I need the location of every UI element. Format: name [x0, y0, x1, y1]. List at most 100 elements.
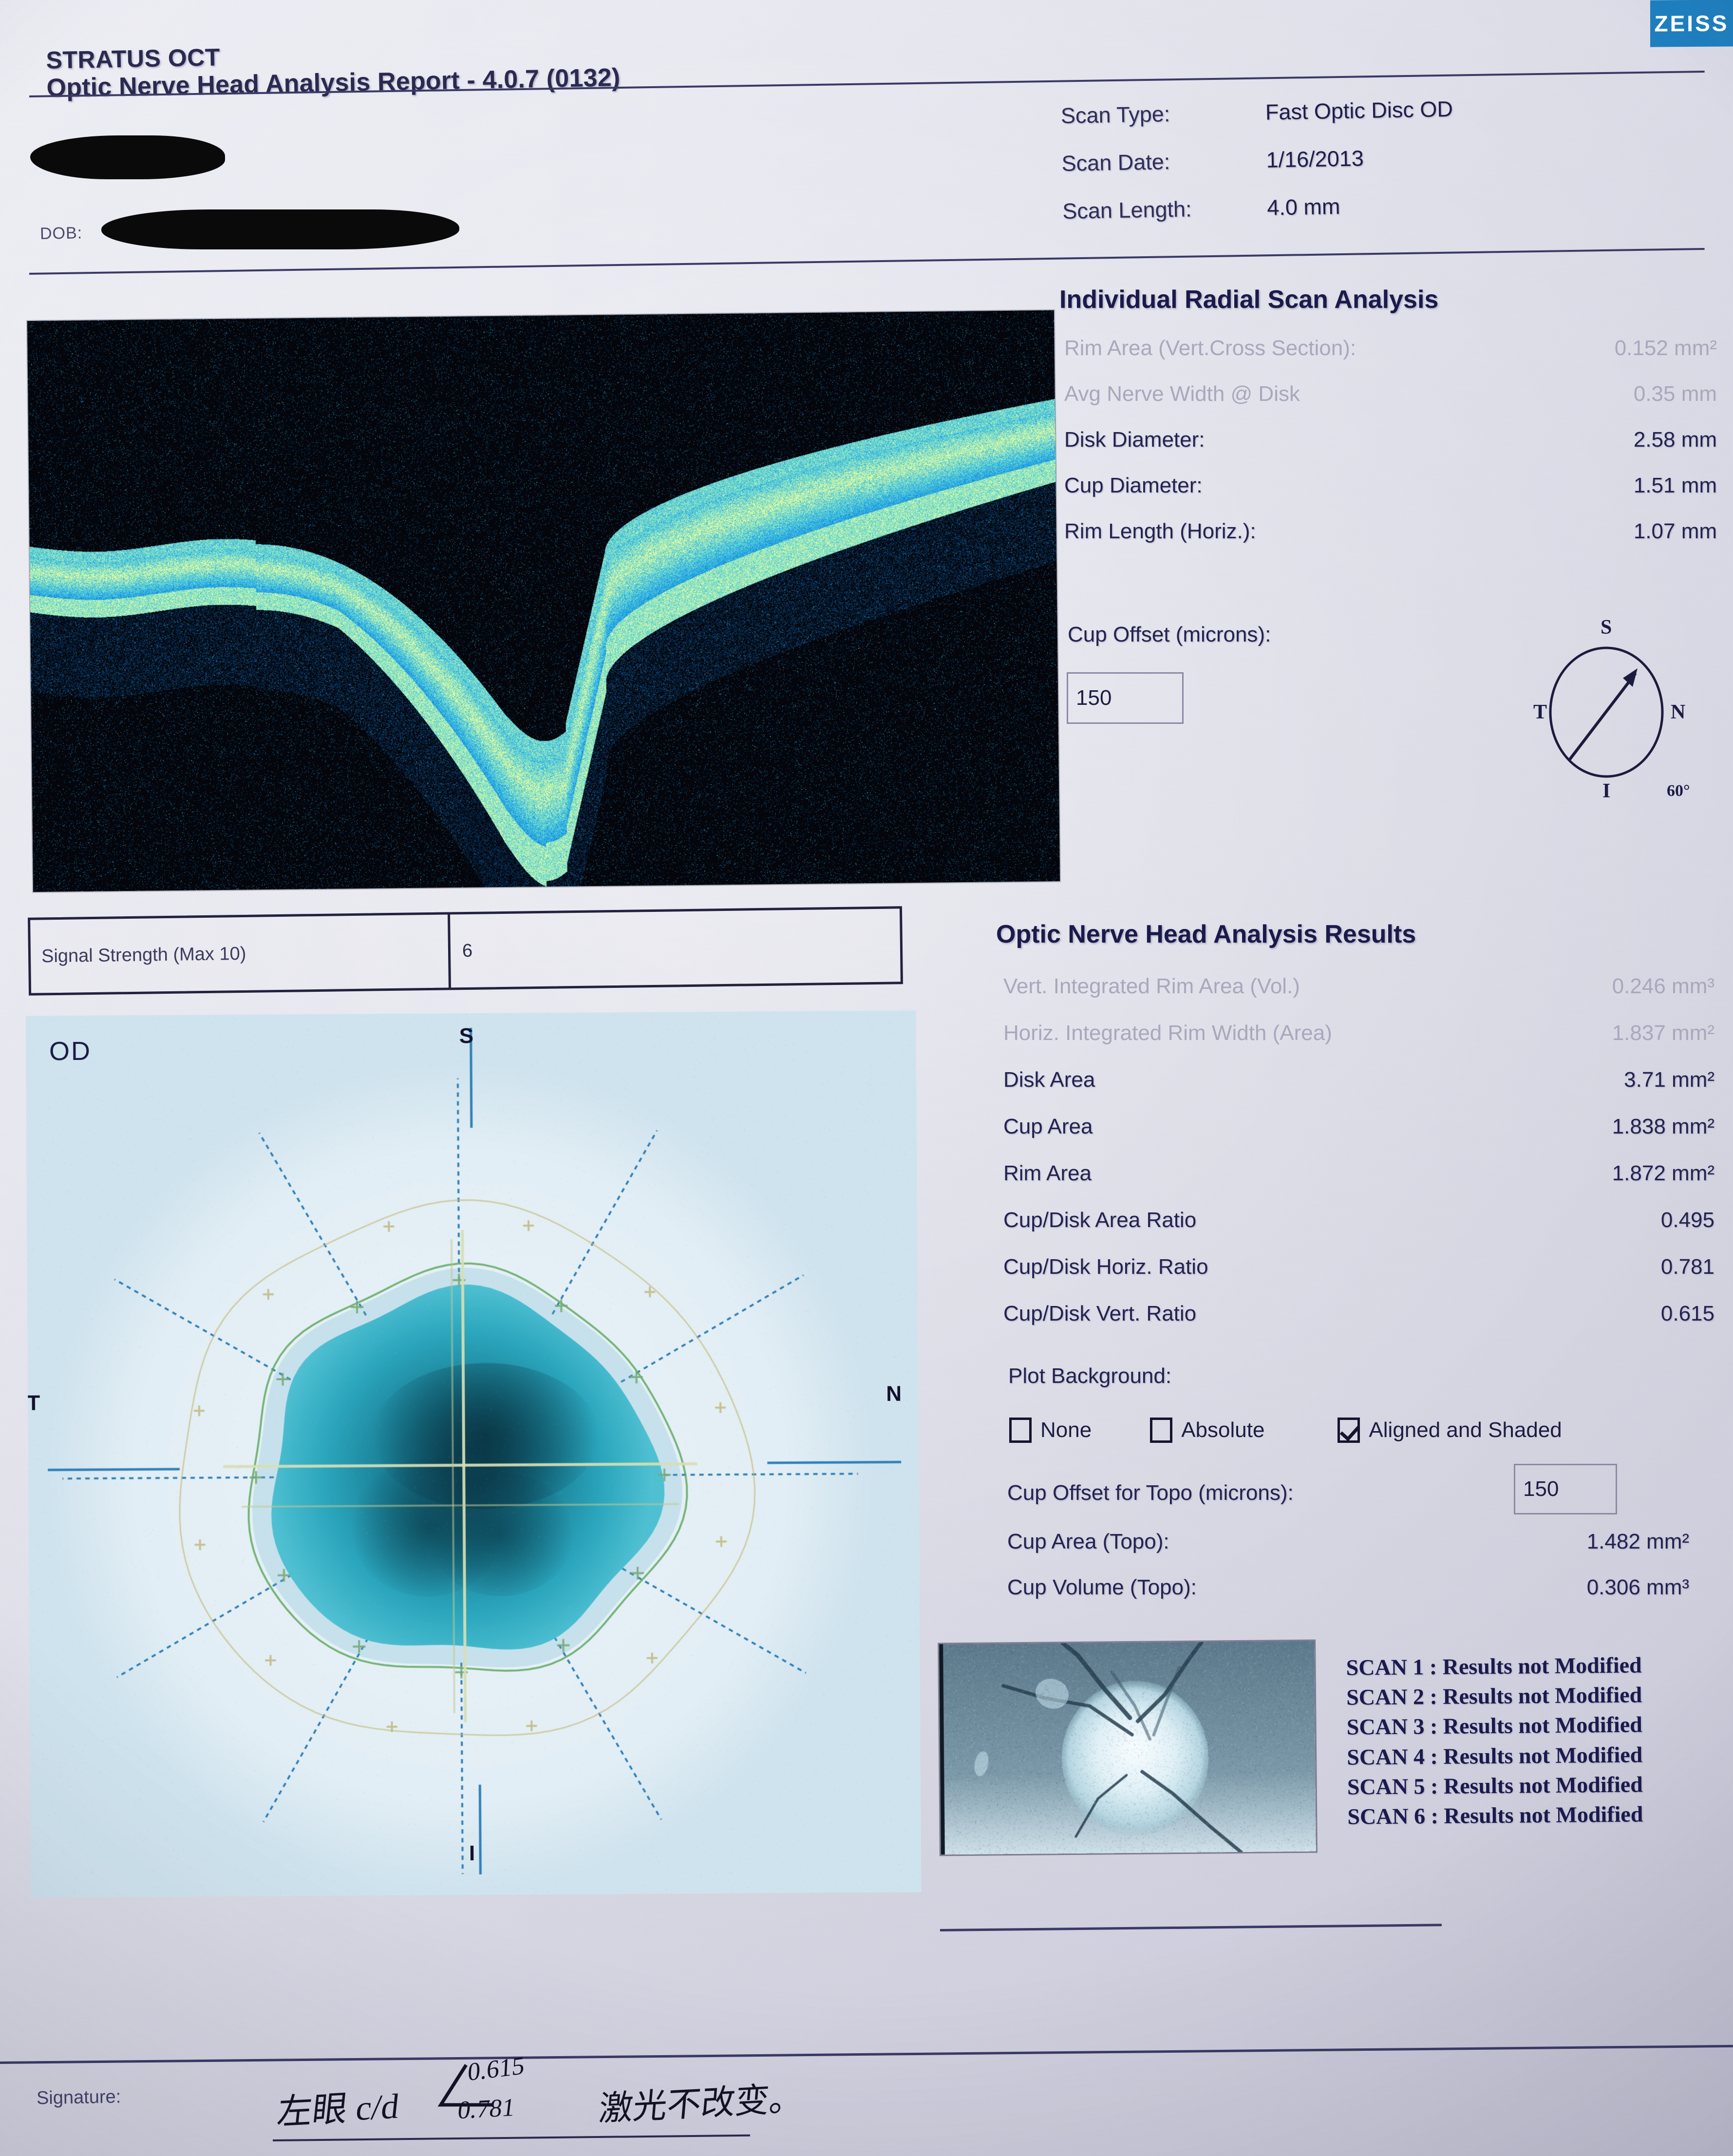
data-row: Horiz. Integrated Rim Width (Area) 1.837 …: [1003, 1021, 1714, 1045]
data-row-label: Cup Area: [1003, 1115, 1093, 1139]
plot-background-option-label: None: [1040, 1418, 1092, 1442]
topo-label-n: N: [886, 1382, 902, 1406]
data-row-label: Rim Area (Vert.Cross Section):: [1064, 336, 1356, 360]
patient-name-redaction: [30, 135, 225, 179]
plot-background-label: Plot Background:: [1008, 1364, 1171, 1388]
scan-meta-value: Fast Optic Disc OD: [1265, 96, 1453, 125]
checkbox-icon[interactable]: [1337, 1418, 1360, 1443]
topography-map: OD S T N I: [25, 1010, 921, 1897]
data-row-label: Cup Area (Topo):: [1007, 1530, 1169, 1554]
data-row: Disk Diameter: 2.58 mm: [1064, 428, 1717, 452]
compass-angle-label: 60°: [1667, 782, 1690, 800]
scan-meta-value: 1/16/2013: [1266, 146, 1364, 172]
data-row-value: 1.838 mm²: [1554, 1115, 1714, 1139]
data-row: Avg Nerve Width @ Disk 0.35 mm: [1064, 382, 1717, 406]
signal-strength-table: Signal Strength (Max 10) 6: [28, 906, 903, 995]
data-row-label: Vert. Integrated Rim Area (Vol.): [1003, 974, 1300, 999]
data-row: Cup Volume (Topo): 0.306 mm³: [1007, 1575, 1689, 1600]
data-row: Cup Area 1.838 mm²: [1003, 1115, 1714, 1139]
data-row-value: 3.71 mm²: [1554, 1068, 1714, 1092]
plot-background-option[interactable]: Aligned and Shaded: [1337, 1418, 1562, 1443]
radial-analysis-title: Individual Radial Scan Analysis: [1059, 285, 1438, 314]
data-row: Vert. Integrated Rim Area (Vol.) 0.246 mm…: [1003, 974, 1714, 999]
plot-background-option[interactable]: Absolute: [1150, 1418, 1264, 1443]
compass-label-i: I: [1602, 779, 1610, 803]
topo-label-i: I: [469, 1841, 475, 1866]
data-row-value: 0.495: [1554, 1208, 1714, 1232]
cup-offset-label: Cup Offset (microns):: [1068, 623, 1271, 647]
scan-meta-row: Scan Length: 4.0 mm: [1062, 192, 1455, 224]
cup-offset-compass: S N T I 60°: [1510, 619, 1714, 813]
scan-meta-block: Scan Type: Fast Optic Disc OD Scan Date: 1/…: [1060, 96, 1455, 246]
data-row-value: 0.306 mm³: [1528, 1575, 1689, 1600]
plot-background-options: None Absolute Aligned and Shaded: [1009, 1418, 1562, 1443]
scan-status-item: SCAN 4 : Results not Modified: [1347, 1740, 1642, 1772]
data-row: Rim Area (Vert.Cross Section): 0.152 mm²: [1064, 336, 1717, 360]
scan-meta-label: Scan Date:: [1061, 148, 1266, 176]
data-row: Rim Length (Horiz.): 1.07 mm: [1064, 519, 1717, 544]
fundus-thumbnail: [939, 1641, 1316, 1855]
compass-label-s: S: [1601, 616, 1612, 639]
data-row-value: 2.58 mm: [1561, 428, 1717, 452]
fraction-bracket-icon: [436, 2063, 494, 2121]
data-row: Cup Area (Topo): 1.482 mm²: [1007, 1530, 1689, 1554]
data-row-label: Horiz. Integrated Rim Width (Area): [1003, 1021, 1332, 1045]
cup-offset-input[interactable]: 150: [1067, 672, 1184, 724]
zeiss-logo: ZEISS: [1650, 0, 1733, 47]
data-row: Cup/Disk Horiz. Ratio 0.781: [1003, 1255, 1714, 1279]
topo-offset-input[interactable]: 150: [1514, 1464, 1617, 1514]
data-row: Disk Area 3.71 mm²: [1003, 1068, 1714, 1092]
topo-label-t: T: [27, 1391, 40, 1415]
oct-bscan-image: [27, 310, 1060, 892]
data-row: Rim Area 1.872 mm²: [1003, 1161, 1714, 1186]
data-row: Cup/Disk Area Ratio 0.495: [1003, 1208, 1714, 1232]
signature-label: Signature:: [37, 2086, 121, 2109]
signature-handwriting-main: 左眼 c/d: [275, 2077, 402, 2135]
data-row-value: 1.837 mm²: [1554, 1021, 1714, 1045]
scan-status-item: SCAN 1 : Results not Modified: [1346, 1650, 1641, 1682]
data-row-label: Cup Diameter:: [1064, 473, 1203, 498]
checkbox-icon[interactable]: [1009, 1418, 1032, 1443]
compass-label-t: T: [1533, 700, 1547, 724]
data-row-value: 0.246 mm³: [1554, 974, 1714, 999]
signal-strength-value-cell: 6: [450, 908, 901, 987]
onh-results-list: Vert. Integrated Rim Area (Vol.) 0.246 mm…: [1003, 974, 1714, 1348]
topo-eye-label: OD: [49, 1036, 92, 1067]
scan-status-item: SCAN 5 : Results not Modified: [1347, 1769, 1643, 1801]
scan-meta-value: 4.0 mm: [1267, 194, 1340, 221]
data-row-value: 0.152 mm²: [1561, 336, 1717, 360]
scan-status-item: SCAN 3 : Results not Modified: [1346, 1710, 1642, 1742]
scan-status-item: SCAN 6 : Results not Modified: [1347, 1799, 1643, 1831]
data-row-label: Cup Volume (Topo):: [1007, 1575, 1197, 1600]
data-row-value: 1.51 mm: [1561, 473, 1717, 498]
data-row: Cup Diameter: 1.51 mm: [1064, 473, 1717, 498]
dob-label: DOB:: [40, 224, 83, 244]
data-row-label: Cup/Disk Horiz. Ratio: [1003, 1255, 1208, 1279]
data-row-value: 0.781: [1554, 1255, 1714, 1279]
data-row-value: 1.07 mm: [1561, 519, 1717, 544]
patient-dob-redaction: [101, 209, 459, 249]
plot-background-option-label: Aligned and Shaded: [1369, 1418, 1562, 1442]
scan-meta-row: Scan Date: 1/16/2013: [1061, 144, 1454, 176]
data-row-label: Avg Nerve Width @ Disk: [1064, 382, 1300, 406]
radial-analysis-list: Rim Area (Vert.Cross Section): 0.152 mm² A…: [1064, 336, 1717, 565]
topo-label-s: S: [459, 1024, 474, 1048]
scan-status-item: SCAN 2 : Results not Modified: [1346, 1680, 1642, 1712]
checkbox-icon[interactable]: [1150, 1418, 1172, 1443]
data-row-value: 0.615: [1554, 1302, 1714, 1326]
zeiss-logo-text: ZEISS: [1655, 10, 1729, 37]
data-row-value: 1.872 mm²: [1554, 1161, 1714, 1186]
topo-offset-label: Cup Offset for Topo (microns):: [1007, 1481, 1294, 1505]
data-row-value: 1.482 mm²: [1528, 1530, 1689, 1554]
plot-background-option-label: Absolute: [1181, 1418, 1264, 1442]
data-row-label: Disk Diameter:: [1064, 428, 1205, 452]
data-row-label: Rim Length (Horiz.):: [1064, 519, 1256, 544]
signal-strength-label: Signal Strength (Max 10): [41, 943, 246, 966]
data-row-label: Cup/Disk Vert. Ratio: [1003, 1302, 1196, 1326]
signal-strength-value: 6: [462, 940, 473, 961]
scan-meta-label: Scan Length:: [1062, 195, 1267, 224]
scan-status-list: SCAN 1 : Results not Modified SCAN 2 : Re…: [1346, 1650, 1643, 1831]
plot-background-option[interactable]: None: [1009, 1418, 1092, 1443]
scan-meta-label: Scan Type:: [1060, 100, 1265, 129]
data-row-label: Disk Area: [1003, 1068, 1095, 1092]
